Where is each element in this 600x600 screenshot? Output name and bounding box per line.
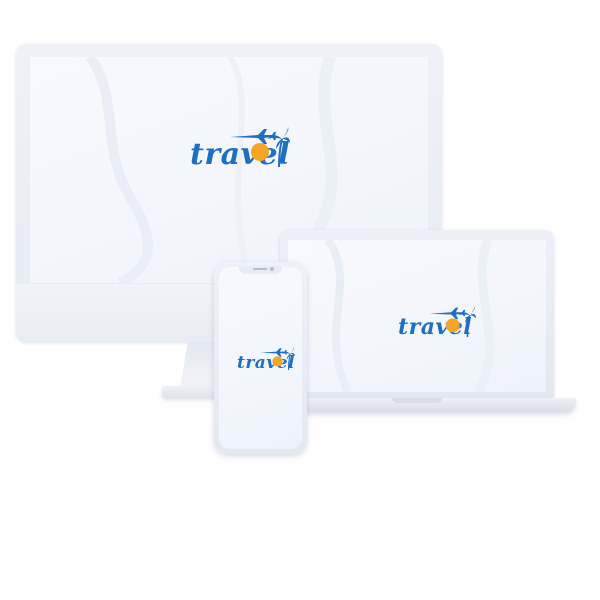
airplane-icon [260,348,287,357]
phone-notch [239,266,282,274]
travel-logo: travel [190,127,290,177]
airplane-icon [230,129,276,144]
airplane-icon [429,307,466,320]
laptop-screen: travel [288,240,546,392]
travel-logo: travel [398,306,478,346]
sun-icon [251,143,269,161]
palm-tree-icon [268,127,290,167]
laptop-opening-notch [392,398,442,403]
camera-icon [270,267,274,271]
phone-screen: travel [219,267,302,449]
palm-tree-icon [458,306,476,337]
palm-tree-icon [282,347,295,370]
sun-icon [272,356,283,367]
sun-icon [445,318,460,333]
speaker-icon [253,268,267,270]
travel-logo: travel [237,347,297,377]
